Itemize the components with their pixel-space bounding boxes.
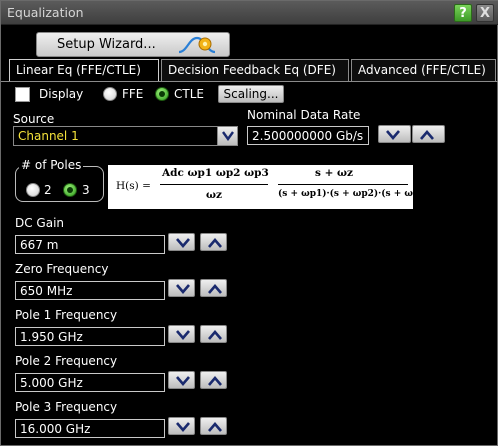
setup-wizard-label: Setup Wizard... xyxy=(57,37,156,52)
formula-bar1 xyxy=(160,184,268,185)
help-button[interactable]: ? xyxy=(454,4,472,22)
pole2-frequency-up-button[interactable] xyxy=(200,371,227,389)
poles-2-label: 2 xyxy=(44,183,52,197)
dc-gain-label: DC Gain xyxy=(15,216,65,230)
chevron-down-icon xyxy=(176,330,190,340)
poles-3-label: 3 xyxy=(82,183,90,197)
poles-3-radio[interactable] xyxy=(63,183,77,197)
chevron-down-icon xyxy=(176,238,190,248)
nominal-rate-up-button[interactable] xyxy=(412,125,445,143)
chevron-down-icon xyxy=(222,131,234,141)
source-dropdown[interactable]: Channel 1 xyxy=(13,126,238,146)
tab-linear-eq[interactable]: Linear Eq (FFE/CTLE) xyxy=(9,59,159,81)
chevron-down-icon xyxy=(176,376,190,386)
dc-gain-down-button[interactable] xyxy=(168,233,195,251)
zero-frequency-label: Zero Frequency xyxy=(15,262,109,276)
ctle-transfer-function: H(s) = Adc ωp1 ωp2 ωp3 ωz s + ωz (s + ωp… xyxy=(108,165,430,209)
ctle-label: CTLE xyxy=(174,87,204,101)
formula-num1: Adc ωp1 ωp2 ωp3 xyxy=(162,167,269,179)
formula-den1: ωz xyxy=(206,189,222,201)
chevron-down-icon xyxy=(386,130,400,140)
wizard-wave-icon xyxy=(178,36,216,54)
poles-2-radio[interactable] xyxy=(26,183,40,197)
nominal-rate-label: Nominal Data Rate xyxy=(247,108,361,122)
chevron-down-icon xyxy=(176,284,190,294)
nominal-rate-down-button[interactable] xyxy=(378,125,411,143)
formula-num2: s + ωz xyxy=(315,167,353,179)
pole1-frequency-field[interactable]: 1.950 GHz xyxy=(15,327,165,346)
title-bar[interactable]: Equalization ? X xyxy=(1,1,498,25)
pole2-frequency-label: Pole 2 Frequency xyxy=(15,354,118,368)
chevron-up-icon xyxy=(208,238,222,248)
pole3-frequency-field[interactable]: 16.000 GHz xyxy=(15,419,165,438)
dc-gain-field[interactable]: 667 m xyxy=(15,235,165,254)
formula-lhs: H(s) = xyxy=(116,180,151,192)
zero-frequency-down-button[interactable] xyxy=(168,279,195,297)
tab-divider xyxy=(1,81,498,82)
source-value: Channel 1 xyxy=(18,129,79,143)
tab-decision-feedback-eq[interactable]: Decision Feedback Eq (DFE) xyxy=(161,59,349,81)
setup-wizard-button[interactable]: Setup Wizard... xyxy=(36,32,230,57)
display-label: Display xyxy=(39,87,84,101)
tab-advanced[interactable]: Advanced (FFE/CTLE) xyxy=(351,59,496,81)
pole3-frequency-up-button[interactable] xyxy=(200,417,227,435)
chevron-up-icon xyxy=(208,330,222,340)
tab-bar: Linear Eq (FFE/CTLE) Decision Feedback E… xyxy=(9,59,496,81)
pole3-frequency-down-button[interactable] xyxy=(168,417,195,435)
chevron-up-icon xyxy=(208,422,222,432)
source-dropdown-arrow[interactable] xyxy=(217,127,237,145)
dc-gain-up-button[interactable] xyxy=(200,233,227,251)
chevron-down-icon xyxy=(176,422,190,432)
scaling-button[interactable]: Scaling... xyxy=(218,85,284,103)
pole2-frequency-down-button[interactable] xyxy=(168,371,195,389)
source-label: Source xyxy=(13,112,55,126)
close-button[interactable]: X xyxy=(476,4,494,22)
formula-bar2 xyxy=(278,184,408,185)
zero-frequency-field[interactable]: 650 MHz xyxy=(15,281,165,300)
pole1-frequency-down-button[interactable] xyxy=(168,325,195,343)
poles-label: # of Poles xyxy=(19,158,84,172)
pole1-frequency-label: Pole 1 Frequency xyxy=(15,308,118,322)
pole1-frequency-up-button[interactable] xyxy=(200,325,227,343)
chevron-up-icon xyxy=(208,284,222,294)
ffe-label: FFE xyxy=(122,87,144,101)
formula-den2: (s + ωp1)·(s + ωp2)·(s + ωp3) xyxy=(278,189,430,199)
equalization-window: Equalization ? X Setup Wizard... Linear … xyxy=(0,0,498,446)
window-title: Equalization xyxy=(7,5,84,20)
zero-frequency-up-button[interactable] xyxy=(200,279,227,297)
display-checkbox[interactable] xyxy=(15,87,30,102)
nominal-rate-field[interactable]: 2.500000000 Gb/s xyxy=(247,126,369,145)
ffe-radio[interactable] xyxy=(103,87,117,101)
chevron-up-icon xyxy=(208,376,222,386)
ctle-radio[interactable] xyxy=(155,87,169,101)
pole3-frequency-label: Pole 3 Frequency xyxy=(15,400,118,414)
pole2-frequency-field[interactable]: 5.000 GHz xyxy=(15,373,165,392)
chevron-up-icon xyxy=(420,130,434,140)
